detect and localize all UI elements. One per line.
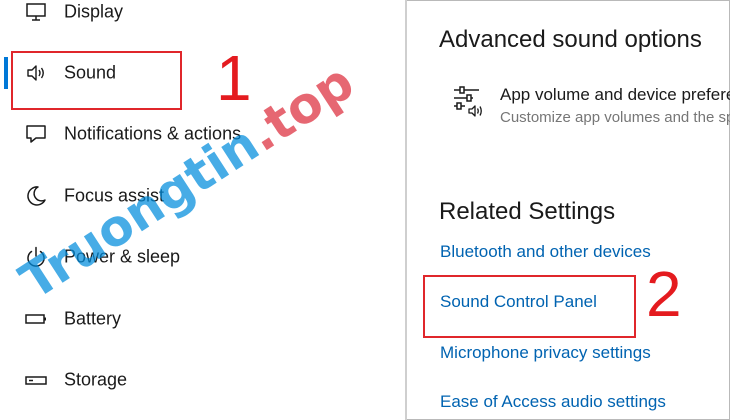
battery-icon	[24, 307, 48, 331]
annotation-box-sound-control-panel	[423, 275, 636, 338]
microphone-privacy-link[interactable]: Microphone privacy settings	[440, 343, 651, 363]
sidebar-item-battery[interactable]: Battery	[0, 293, 405, 345]
power-icon	[24, 245, 48, 269]
bluetooth-devices-link[interactable]: Bluetooth and other devices	[440, 242, 651, 262]
sidebar-item-label: Focus assist	[64, 185, 165, 206]
sidebar-item-power-sleep[interactable]: Power & sleep	[0, 231, 405, 283]
sidebar-item-label: Display	[64, 1, 124, 22]
advanced-sound-heading: Advanced sound options	[439, 26, 702, 53]
sidebar-item-storage[interactable]: Storage	[0, 354, 405, 406]
selection-indicator	[4, 57, 8, 89]
sidebar-item-label: Notifications & actions	[64, 123, 242, 144]
notifications-icon	[24, 122, 48, 146]
sidebar-item-label: Storage	[64, 369, 128, 390]
display-icon	[24, 0, 48, 24]
sidebar-item-label: Power & sleep	[64, 246, 181, 267]
annotation-number-1: 1	[216, 42, 252, 114]
ease-of-access-audio-link[interactable]: Ease of Access audio settings	[440, 392, 666, 412]
sidebar-item-notifications[interactable]: Notifications & actions	[0, 108, 405, 160]
app-volume-description: Customize app volumes and the speakers o…	[500, 109, 730, 126]
annotation-number-2: 2	[646, 258, 682, 330]
storage-icon	[24, 368, 48, 392]
annotation-box-sound	[11, 51, 182, 110]
sidebar-item-label: Battery	[64, 308, 122, 329]
app-volume-link[interactable]: App volume and device preferences	[500, 85, 730, 105]
sidebar-item-display[interactable]: Display	[0, 0, 405, 38]
related-settings-heading: Related Settings	[439, 198, 616, 225]
moon-icon	[24, 184, 48, 208]
sidebar-item-focus-assist[interactable]: Focus assist	[0, 170, 405, 222]
sliders-speaker-icon	[451, 83, 487, 119]
settings-content: Advanced sound options App volume and de…	[407, 0, 730, 420]
